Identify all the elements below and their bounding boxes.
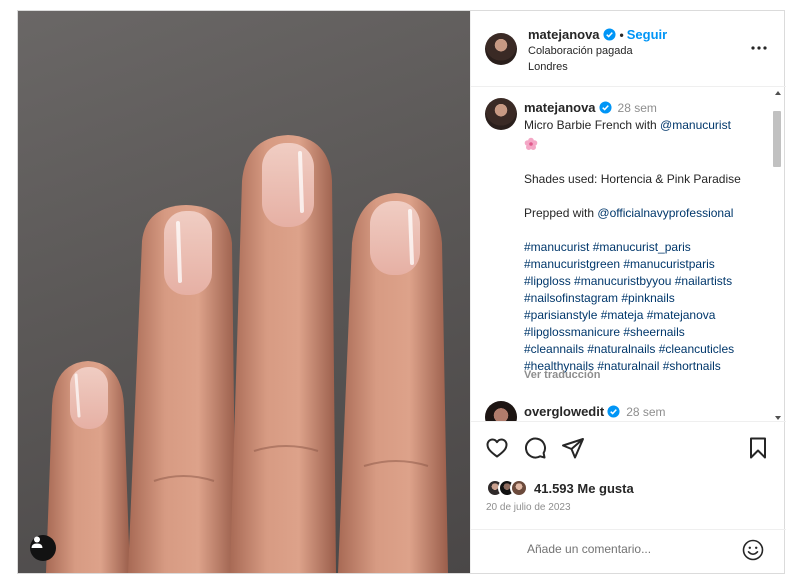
hashtag-line[interactable]: #cleannails #naturalnails #cleancuticles	[524, 341, 769, 358]
hashtag-line[interactable]: #lipgloss #manucuristbyyou #nailartists	[524, 273, 769, 290]
post-actions: 41.593 Me gusta 20 de julio de 2023	[471, 421, 786, 571]
comment-time: 28 sem	[626, 405, 666, 419]
caption-avatar[interactable]	[485, 98, 517, 130]
header-user-line: matejanova • Seguir	[528, 27, 667, 42]
caption-line: Prepped with	[524, 206, 598, 220]
post-photo[interactable]	[18, 11, 470, 573]
paid-partnership-label[interactable]: Colaboración pagada	[528, 45, 633, 57]
see-translation-link[interactable]: Ver traducción	[524, 369, 600, 381]
nails-image	[46, 135, 448, 573]
bookmark-icon[interactable]	[746, 436, 770, 460]
comment-input[interactable]	[527, 542, 727, 556]
mention-link[interactable]: @manucurist	[660, 118, 731, 132]
separator-dot: •	[619, 28, 624, 42]
user-tag-icon[interactable]	[30, 535, 56, 561]
comment-avatar[interactable]	[485, 401, 517, 421]
hashtag-line[interactable]: #lipglossmanicure #sheernails	[524, 324, 769, 341]
scrollbar-thumb[interactable]	[773, 111, 781, 167]
caption-text: Micro Barbie French with @manucurist Sha…	[524, 117, 769, 375]
comment-header: overglowedit 28 sem	[524, 404, 666, 419]
post-side-panel: matejanova • Seguir Colaboración pagada Lo…	[470, 11, 786, 573]
mention-link[interactable]: @officialnavyprofessional	[597, 206, 733, 220]
verified-icon	[603, 28, 616, 41]
likes-count[interactable]: 41.593 Me gusta	[534, 481, 634, 496]
flower-emoji-icon	[524, 137, 538, 150]
follow-button[interactable]: Seguir	[627, 27, 667, 42]
more-options-icon[interactable]	[750, 39, 768, 57]
caption-username[interactable]: matejanova	[524, 100, 596, 115]
hashtag-line[interactable]: #nailsofinstagram #pinknails	[524, 290, 769, 307]
share-icon[interactable]	[561, 436, 585, 460]
hashtag-line[interactable]: #manucuristgreen #manucuristparis	[524, 256, 769, 273]
hashtag-line[interactable]: #parisianstyle #mateja #matejanova	[524, 307, 769, 324]
emoji-icon[interactable]	[742, 539, 764, 561]
caption-header: matejanova 28 sem	[524, 100, 657, 115]
verified-icon	[599, 101, 612, 114]
comment-username[interactable]: overglowedit	[524, 404, 604, 419]
liker-avatar	[510, 479, 528, 497]
post-date[interactable]: 20 de julio de 2023	[486, 502, 571, 513]
caption-line: Micro Barbie French with	[524, 118, 661, 132]
username-link[interactable]: matejanova	[528, 27, 600, 42]
hashtag-line[interactable]: #manucurist #manucurist_paris	[524, 239, 769, 256]
caption-time: 28 sem	[617, 101, 657, 115]
avatar[interactable]	[485, 33, 517, 65]
heart-icon[interactable]	[485, 436, 509, 460]
post-dialog: matejanova • Seguir Colaboración pagada Lo…	[17, 10, 786, 574]
likes-row[interactable]: 41.593 Me gusta	[486, 477, 634, 499]
verified-icon	[607, 405, 620, 418]
post-header: matejanova • Seguir Colaboración pagada Lo…	[471, 11, 786, 87]
caption-line: Shades used: Hortencia & Pink Paradise	[524, 172, 741, 186]
add-comment-bar	[471, 529, 786, 571]
location-link[interactable]: Londres	[528, 61, 568, 73]
comments-list[interactable]: matejanova 28 sem Micro Barbie French wit…	[471, 88, 786, 421]
comment-icon[interactable]	[523, 436, 547, 460]
